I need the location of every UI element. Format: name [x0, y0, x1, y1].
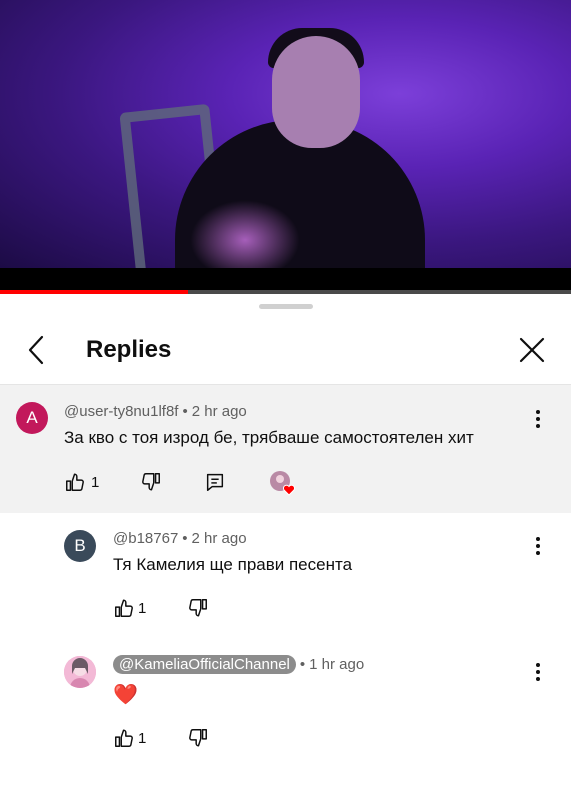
dislike-button[interactable]	[187, 727, 209, 754]
comment-actions: 1	[64, 471, 324, 497]
reply-comment: @KameliaOfficialChannel • 1 hr ago ❤️ 1	[0, 644, 571, 774]
like-count: 1	[138, 730, 147, 747]
thumbs-down-icon	[142, 473, 160, 491]
like-button[interactable]	[113, 727, 135, 754]
avatar[interactable]	[64, 656, 96, 688]
sheet-header: Replies	[0, 314, 571, 384]
like-count: 1	[91, 474, 100, 491]
like-count: 1	[138, 600, 147, 617]
avatar[interactable]: A	[16, 402, 48, 434]
comment-text: За кво с тоя изрод бе, трябваше самостоя…	[64, 428, 474, 447]
more-options-button[interactable]	[528, 407, 548, 431]
video-player[interactable]	[0, 0, 571, 268]
dislike-button[interactable]	[140, 471, 162, 498]
more-options-button[interactable]	[528, 534, 548, 558]
chevron-left-icon	[28, 335, 44, 365]
replies-sheet: Replies A @user-ty8nu1lf8f • 2 hr ago За к…	[0, 294, 571, 800]
thumbs-down-icon	[189, 729, 207, 747]
thumbs-up-icon	[115, 729, 133, 747]
back-button[interactable]	[22, 332, 54, 368]
avatar[interactable]: B	[64, 530, 96, 562]
comment-meta: @b18767 • 2 hr ago	[113, 530, 247, 547]
parent-comment: A @user-ty8nu1lf8f • 2 hr ago За кво с тоя…	[0, 385, 571, 513]
thumbs-up-icon	[115, 599, 133, 617]
comment-text: ❤️	[113, 684, 138, 706]
creator-heart-icon	[268, 469, 298, 496]
reply-button[interactable]	[204, 471, 226, 498]
dislike-button[interactable]	[187, 597, 209, 624]
comment-time: 2 hr ago	[191, 403, 247, 420]
like-button[interactable]	[113, 597, 135, 624]
creator-handle-chip[interactable]: @KameliaOfficialChannel	[113, 655, 296, 674]
comment-text: Тя Камелия ще прави песента	[113, 555, 353, 574]
comment-time: 2 hr ago	[191, 530, 247, 547]
like-button[interactable]	[64, 471, 86, 498]
thumbs-up-icon	[66, 473, 84, 491]
reply-comment: B @b18767 • 2 hr ago Тя Камелия ще прави п…	[0, 514, 571, 639]
reply-icon	[206, 473, 224, 491]
comment-meta: @user-ty8nu1lf8f • 2 hr ago	[64, 403, 247, 420]
comment-time: 1 hr ago	[309, 656, 365, 673]
close-icon	[519, 337, 545, 363]
sheet-drag-handle[interactable]	[259, 304, 313, 309]
page-title: Replies	[86, 336, 172, 363]
close-button[interactable]	[516, 334, 548, 366]
thumbs-down-icon	[189, 599, 207, 617]
more-options-button[interactable]	[528, 660, 548, 684]
comment-meta: @KameliaOfficialChannel • 1 hr ago	[113, 655, 365, 674]
comment-actions: 1	[113, 727, 233, 753]
channel-avatar-image	[64, 656, 96, 688]
comment-author[interactable]: @user-ty8nu1lf8f	[64, 403, 178, 420]
video-glow	[190, 200, 300, 268]
comment-author[interactable]: @b18767	[113, 530, 178, 547]
video-figure-head	[272, 36, 360, 148]
comment-actions: 1	[113, 597, 233, 623]
